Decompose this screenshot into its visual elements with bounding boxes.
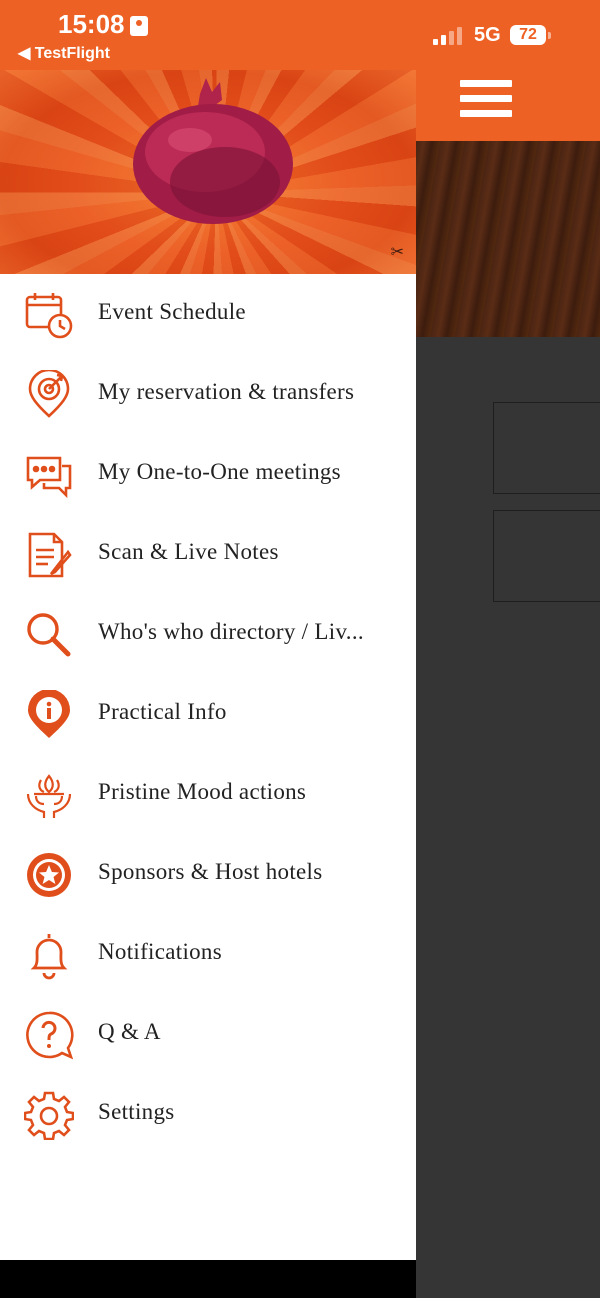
hamburger-menu-icon[interactable] <box>460 80 512 118</box>
magnifier-icon <box>27 613 71 657</box>
menu-item-event-schedule[interactable]: Event Schedule <box>0 274 416 354</box>
info-pin-icon <box>28 690 70 738</box>
menu-item-label: Event Schedule <box>98 299 246 324</box>
gear-icon <box>24 1091 74 1140</box>
menu-item-reservation-transfers[interactable]: My reservation & transfers <box>0 354 416 434</box>
menu-item-label: Notifications <box>98 939 222 964</box>
navigation-drawer: ✂ Event Schedule My reservation & transf… <box>0 70 416 1260</box>
chat-bubbles-icon <box>26 456 72 499</box>
network-type: 5G <box>474 24 501 46</box>
menu-item-label: Practical Info <box>98 699 227 724</box>
menu-item-one-to-one-meetings[interactable]: My One-to-One meetings <box>0 434 416 514</box>
menu-item-label: Who's who directory / Liv... <box>98 619 364 644</box>
menu-item-label: My reservation & transfers <box>98 379 355 404</box>
lotus-hands-icon <box>26 774 72 818</box>
target-pin-icon <box>28 370 70 418</box>
menu-item-label: My One-to-One meetings <box>98 459 341 484</box>
drawer-header-image: ✂ <box>0 70 416 274</box>
menu-item-label: Settings <box>98 1099 175 1124</box>
menu-item-q-and-a[interactable]: Q & A <box>0 994 416 1074</box>
pomegranate-illustration <box>133 78 293 224</box>
cellular-signal-icon <box>433 27 465 45</box>
calendar-clock-icon <box>25 293 73 339</box>
notes-pencil-icon <box>28 532 72 578</box>
menu-item-label: Sponsors & Host hotels <box>98 859 323 884</box>
status-time: 15:08 <box>58 9 125 39</box>
drawer-menu: Event Schedule My reservation & transfer… <box>0 274 416 1154</box>
contact-card-icon <box>130 16 148 36</box>
question-bubble-icon <box>26 1011 74 1060</box>
hero-image <box>416 141 600 337</box>
star-badge-icon <box>27 853 71 897</box>
menu-item-label: Pristine Mood actions <box>98 779 307 804</box>
menu-item-sponsors-host-hotels[interactable]: Sponsors & Host hotels <box>0 834 416 914</box>
menu-item-label: Q & A <box>98 1019 161 1044</box>
menu-item-pristine-mood-actions[interactable]: Pristine Mood actions <box>0 754 416 834</box>
menu-item-scan-live-notes[interactable]: Scan & Live Notes <box>0 514 416 594</box>
content-card[interactable] <box>493 510 600 602</box>
back-to-testflight-link[interactable]: ◀ TestFlight <box>18 43 110 63</box>
menu-item-practical-info[interactable]: Practical Info <box>0 674 416 754</box>
battery-icon: 72 <box>510 25 551 45</box>
menu-item-label: Scan & Live Notes <box>98 539 279 564</box>
bottom-safe-area <box>0 1260 416 1298</box>
brand-logo: ✂ <box>390 244 404 261</box>
bell-icon <box>30 934 68 980</box>
menu-item-settings[interactable]: Settings <box>0 1074 416 1154</box>
menu-item-notifications[interactable]: Notifications <box>0 914 416 994</box>
status-bar: 15:08 ◀ TestFlight 5G 72 <box>0 0 600 70</box>
content-card[interactable] <box>493 402 600 494</box>
menu-item-whos-who-directory[interactable]: Who's who directory / Liv... <box>0 594 416 674</box>
